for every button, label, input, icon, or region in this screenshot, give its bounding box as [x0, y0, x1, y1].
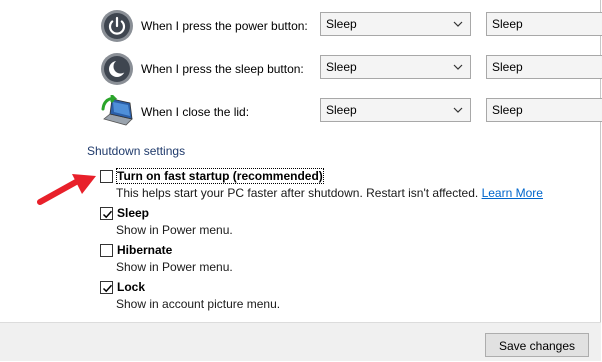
lock-description: Show in account picture menu.: [116, 297, 281, 311]
hibernate-label: Hibernate: [117, 243, 173, 257]
hibernate-checkbox[interactable]: [100, 244, 113, 257]
power-button-battery-select[interactable]: Sleep: [320, 12, 471, 36]
laptop-lid-icon: [101, 95, 133, 126]
lid-label: When I close the lid:: [141, 105, 250, 119]
sleep-label: Sleep: [117, 206, 150, 220]
select-value: Sleep: [326, 103, 357, 117]
lock-label: Lock: [117, 280, 146, 294]
sleep-button-label: When I press the sleep button:: [141, 62, 304, 76]
sleep-description: Show in Power menu.: [116, 223, 233, 237]
fast-startup-description-line: This helps start your PC faster after sh…: [116, 186, 543, 200]
select-value: Sleep: [492, 17, 523, 31]
power-icon: [101, 10, 133, 42]
sleep-button-row: When I press the sleep button: Sleep Sle…: [0, 52, 602, 88]
power-button-pluggedin-select[interactable]: Sleep: [486, 12, 602, 36]
sleep-button-pluggedin-select[interactable]: Sleep: [486, 55, 602, 79]
shutdown-settings-title: Shutdown settings: [87, 144, 186, 158]
chevron-down-icon: [453, 21, 463, 27]
select-value: Sleep: [326, 60, 357, 74]
chevron-down-icon: [453, 107, 463, 113]
power-button-label: When I press the power button:: [141, 19, 308, 33]
fast-startup-checkbox[interactable]: [100, 170, 113, 183]
save-changes-button[interactable]: Save changes: [485, 333, 589, 357]
chevron-down-icon: [453, 64, 463, 70]
sleep-button-battery-select[interactable]: Sleep: [320, 55, 471, 79]
lid-row: When I close the lid: Sleep Sleep: [0, 95, 602, 131]
checkmark-icon: [102, 284, 113, 293]
checkmark-icon: [102, 210, 113, 219]
lid-pluggedin-select[interactable]: Sleep: [486, 98, 602, 122]
sleep-moon-icon: [101, 53, 133, 85]
select-value: Sleep: [492, 103, 523, 117]
power-button-row: When I press the power button: Sleep Sle…: [0, 9, 602, 45]
fast-startup-label[interactable]: Turn on fast startup (recommended): [116, 168, 324, 184]
fast-startup-description: This helps start your PC faster after sh…: [116, 186, 479, 200]
sleep-checkbox[interactable]: [100, 207, 113, 220]
select-value: Sleep: [492, 60, 523, 74]
learn-more-link[interactable]: Learn More: [482, 186, 543, 200]
select-value: Sleep: [326, 17, 357, 31]
lid-battery-select[interactable]: Sleep: [320, 98, 471, 122]
red-arrow: [37, 174, 96, 205]
hibernate-description: Show in Power menu.: [116, 260, 233, 274]
lock-checkbox[interactable]: [100, 281, 113, 294]
